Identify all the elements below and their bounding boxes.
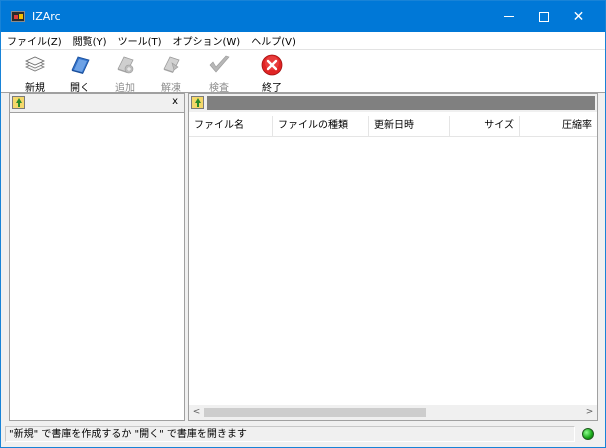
window-title: IZArc (32, 10, 61, 23)
file-list[interactable] (189, 137, 597, 405)
file-list-pane: ファイル名 ファイルの種類 更新日時 サイズ 圧縮率 < > (188, 93, 598, 421)
folder-pane[interactable]: x (9, 93, 185, 421)
checkmark-icon (209, 55, 230, 73)
column-file-name[interactable]: ファイル名 (189, 116, 273, 136)
app-window: IZArc ✕ ファイル(Z) 閲覧(Y) ツール(T) オプション(W) ヘル… (0, 0, 606, 448)
status-bar: "新規" で書庫を作成するか "開く" で書庫を開きます (1, 423, 605, 447)
close-icon: ✕ (572, 8, 585, 25)
new-archive-icon (25, 56, 45, 72)
menu-options[interactable]: オプション(W) (167, 33, 246, 48)
extract-icon (163, 56, 180, 73)
exit-button[interactable]: 終了 (250, 52, 294, 94)
open-archive-icon (71, 56, 90, 74)
exit-icon (261, 54, 283, 76)
close-button[interactable]: ✕ (561, 1, 596, 32)
menu-bar: ファイル(Z) 閲覧(Y) ツール(T) オプション(W) ヘルプ(V) (1, 32, 605, 49)
izarc-app-icon[interactable] (11, 11, 25, 22)
scroll-left-arrow-icon[interactable]: < (189, 405, 204, 420)
folder-up-button[interactable] (12, 96, 25, 109)
path-bar (207, 96, 595, 110)
extract-button[interactable]: 解凍 (149, 52, 193, 94)
minimize-icon (503, 16, 514, 17)
parent-folder-button[interactable] (191, 96, 204, 109)
column-size[interactable]: サイズ (450, 116, 520, 136)
folder-pane-header: x (10, 94, 184, 113)
file-list-header-bar (189, 94, 597, 112)
exit-label: 終了 (262, 83, 282, 94)
menu-file[interactable]: ファイル(Z) (1, 33, 67, 48)
column-file-type[interactable]: ファイルの種類 (273, 116, 369, 136)
open-label: 開く (70, 83, 90, 94)
new-label: 新規 (25, 83, 45, 94)
horizontal-scrollbar[interactable]: < > (189, 405, 597, 420)
folder-pane-close-button[interactable]: x (172, 96, 178, 107)
menu-help[interactable]: ヘルプ(V) (245, 33, 301, 48)
maximize-button[interactable] (526, 1, 561, 32)
status-indicator-icon (582, 428, 594, 440)
scroll-right-arrow-icon[interactable]: > (582, 405, 597, 420)
column-header: ファイル名 ファイルの種類 更新日時 サイズ 圧縮率 (189, 116, 597, 137)
test-button[interactable]: 検査 (197, 52, 241, 94)
extract-label: 解凍 (161, 83, 181, 94)
column-modified[interactable]: 更新日時 (369, 116, 450, 136)
minimize-button[interactable] (491, 1, 526, 32)
status-text: "新規" で書庫を作成するか "開く" で書庫を開きます (5, 426, 575, 442)
add-files-icon (117, 56, 134, 74)
test-label: 検査 (209, 83, 229, 94)
column-ratio[interactable]: 圧縮率 (520, 116, 597, 136)
open-button[interactable]: 開く (58, 52, 102, 94)
menu-view[interactable]: 閲覧(Y) (67, 33, 112, 48)
menu-tools[interactable]: ツール(T) (112, 33, 167, 48)
add-button[interactable]: 追加 (103, 52, 147, 94)
title-bar[interactable]: IZArc ✕ (1, 1, 605, 32)
toolbar: 新規 開く 追加 解凍 検査 終了 (1, 49, 605, 94)
new-button[interactable]: 新規 (13, 52, 57, 94)
maximize-icon (538, 11, 549, 22)
add-label: 追加 (115, 83, 135, 94)
scrollbar-thumb[interactable] (204, 408, 426, 417)
